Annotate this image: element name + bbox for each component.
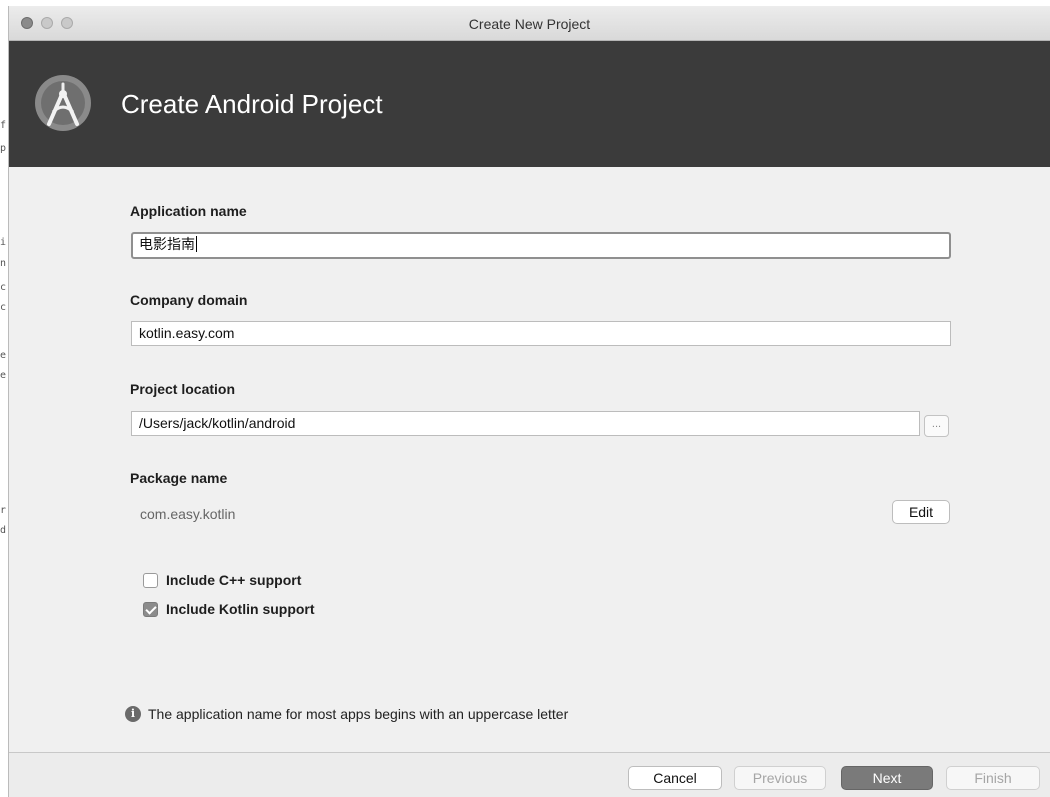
dialog-footer: Cancel Previous Next Finish: [9, 752, 1050, 797]
app-name-input[interactable]: 电影指南: [131, 232, 951, 259]
hint-text: The application name for most apps begin…: [148, 706, 569, 722]
company-domain-input[interactable]: kotlin.easy.com: [131, 321, 951, 346]
app-name-label: Application name: [130, 203, 247, 219]
next-button[interactable]: Next: [841, 766, 933, 790]
project-location-input[interactable]: /Users/jack/kotlin/android: [131, 411, 920, 436]
cpp-support-option[interactable]: Include C++ support: [143, 571, 301, 589]
text-cursor: [196, 236, 197, 252]
kotlin-support-checkbox[interactable]: [143, 601, 158, 617]
previous-button[interactable]: Previous: [734, 766, 826, 790]
cpp-support-label[interactable]: Include C++ support: [166, 572, 301, 588]
dialog-header: Create Android Project: [9, 41, 1050, 167]
kotlin-support-option[interactable]: Include Kotlin support: [143, 600, 315, 618]
cpp-support-checkbox[interactable]: [143, 572, 158, 588]
title-bar: Create New Project: [9, 6, 1050, 41]
edit-package-button[interactable]: Edit: [892, 500, 950, 524]
cancel-button[interactable]: Cancel: [628, 766, 722, 790]
browse-location-button[interactable]: ...: [924, 415, 949, 437]
company-domain-label: Company domain: [130, 292, 248, 308]
window-title: Create New Project: [468, 16, 591, 32]
package-name-label: Package name: [130, 470, 228, 486]
project-location-label: Project location: [130, 381, 236, 397]
kotlin-support-label[interactable]: Include Kotlin support: [166, 601, 315, 617]
create-project-dialog: Create New Project Create Android Projec…: [8, 6, 1050, 797]
app-name-value: 电影指南: [139, 236, 195, 252]
finish-button[interactable]: Finish: [946, 766, 1040, 790]
background-editor-gutter: fpi ncc eer d: [0, 0, 8, 797]
validation-hint: i The application name for most apps beg…: [125, 706, 568, 722]
package-name-value: com.easy.kotlin: [140, 506, 236, 522]
page-title: Create Android Project: [121, 89, 383, 119]
android-studio-icon: [35, 75, 91, 131]
info-icon: i: [125, 706, 141, 722]
